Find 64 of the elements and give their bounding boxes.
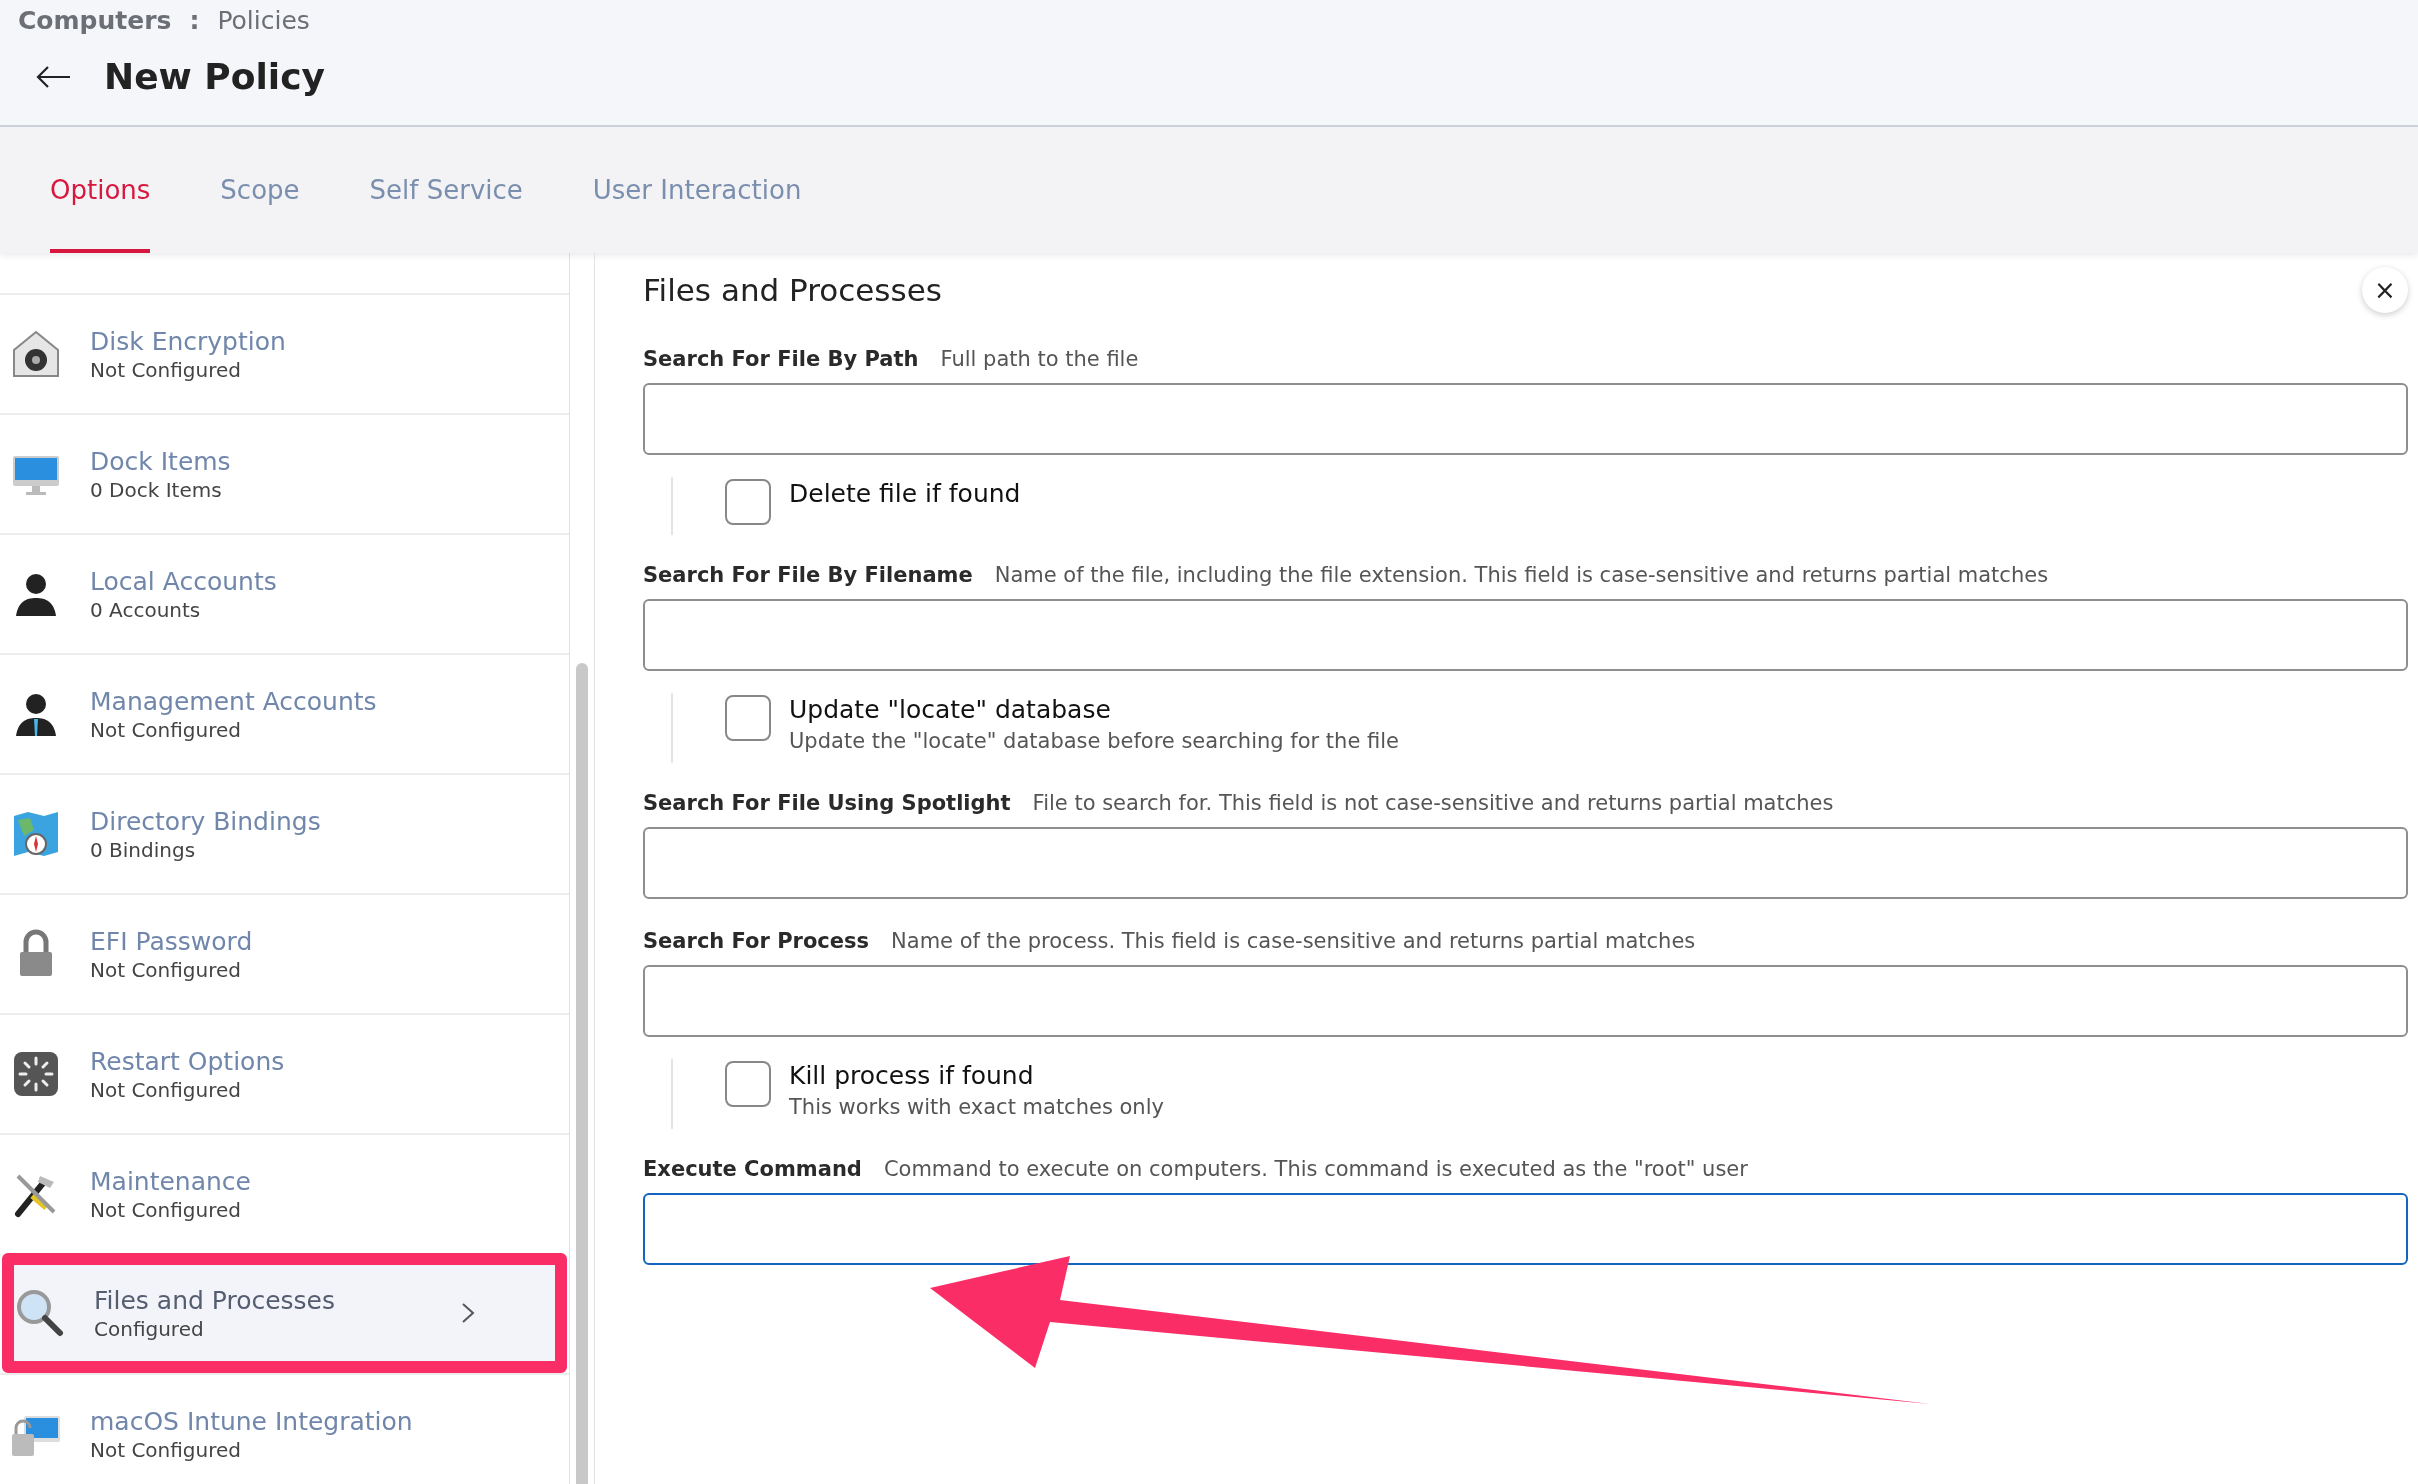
- field-hint: Command to execute on computers. This command is executed as the "root" user: [883, 1157, 1748, 1181]
- item-status: 0 Bindings: [90, 837, 197, 862]
- field-label: Search For File By Filename: [643, 563, 973, 587]
- input-field[interactable]: [643, 827, 2408, 899]
- item-status: Not Configured: [90, 1197, 243, 1222]
- sidebar-item[interactable]: Restart Options Not Configured: [0, 1013, 569, 1133]
- field-label: Execute Command: [643, 1157, 862, 1181]
- item-status: Not Configured: [90, 357, 243, 382]
- item-status: Configured: [94, 1316, 205, 1341]
- checkbox[interactable]: [725, 1061, 771, 1107]
- item-title: macOS Intune Integration: [90, 1406, 414, 1436]
- back-arrow-icon[interactable]: [36, 64, 72, 89]
- page-title: New Policy: [104, 56, 325, 97]
- item-status: Not Configured: [90, 1077, 243, 1102]
- item-title: EFI Password: [90, 926, 254, 956]
- breadcrumb-link[interactable]: Computers: [18, 5, 172, 35]
- sidebar-item[interactable]: Dock Items 0 Dock Items: [0, 413, 569, 533]
- item-title: Files and Processes: [94, 1285, 337, 1315]
- magnifier-icon: [14, 1287, 66, 1339]
- field-hint: Name of the process. This field is case-sensitive and returns partial matches: [891, 929, 1696, 953]
- checkbox-label: Update "locate" database: [789, 695, 1112, 725]
- tab[interactable]: Options: [50, 127, 151, 253]
- house-safe-icon: [10, 328, 62, 380]
- checkbox-note: Update the "locate" database before searching for the file: [789, 729, 1399, 753]
- breadcrumb-current: Policies: [217, 5, 310, 35]
- item-title: Maintenance: [90, 1166, 252, 1196]
- item-title: Dock Items: [90, 446, 232, 476]
- scrollbar-thumb[interactable]: [576, 663, 588, 1484]
- checkbox-label: Kill process if found: [789, 1061, 1035, 1091]
- sidebar-item[interactable]: EFI Password Not Configured: [0, 893, 569, 1013]
- item-status: Not Configured: [90, 717, 243, 742]
- item-title: Management Accounts: [90, 686, 378, 716]
- panel-title: Files and Processes: [643, 272, 942, 308]
- item-title: Local Accounts: [90, 566, 278, 596]
- checkbox-note: This works with exact matches only: [789, 1095, 1164, 1119]
- checkbox[interactable]: [725, 479, 771, 525]
- input-field[interactable]: [643, 965, 2408, 1037]
- item-status: 0 Dock Items: [90, 477, 223, 502]
- sidebar-item[interactable]: Management Accounts Not Configured: [0, 653, 569, 773]
- item-title: Directory Bindings: [90, 806, 322, 836]
- item-status: Not Configured: [90, 1437, 243, 1462]
- field-hint: Full path to the file: [940, 347, 1139, 371]
- item-status: 0 Accounts: [90, 597, 202, 622]
- field-label: Search For Process: [643, 929, 870, 953]
- close-button[interactable]: ×: [2362, 267, 2408, 313]
- input-field[interactable]: [643, 383, 2408, 455]
- chevron-right-icon: [461, 1302, 475, 1324]
- item-title: Restart Options: [90, 1046, 286, 1076]
- sidebar-item[interactable]: Disk Encryption Not Configured: [0, 293, 569, 413]
- checkbox-label: Delete file if found: [789, 479, 1021, 509]
- sidebar-item[interactable]: Local Accounts 0 Accounts: [0, 533, 569, 653]
- sidebar-item[interactable]: Files and Processes Configured: [2, 1253, 567, 1373]
- breadcrumb-separator: :: [189, 5, 200, 35]
- item-title: Disk Encryption: [90, 326, 287, 356]
- sidebar-item[interactable]: Directory Bindings 0 Bindings: [0, 773, 569, 893]
- checkbox[interactable]: [725, 695, 771, 741]
- item-status: Not Configured: [90, 957, 243, 982]
- field-label: Search For File By Path: [643, 347, 919, 371]
- field-label: Search For File Using Spotlight: [643, 791, 1011, 815]
- field-hint: File to search for. This field is not case-sensitive and returns partial matches: [1032, 791, 1834, 815]
- field-hint: Name of the file, including the file extension. This field is case-sensitive and returns partial matches: [994, 563, 2049, 587]
- input-field[interactable]: [643, 599, 2408, 671]
- sidebar-item[interactable]: macOS Intune Integration Not Configured: [0, 1373, 569, 1484]
- input-field[interactable]: [643, 1193, 2408, 1265]
